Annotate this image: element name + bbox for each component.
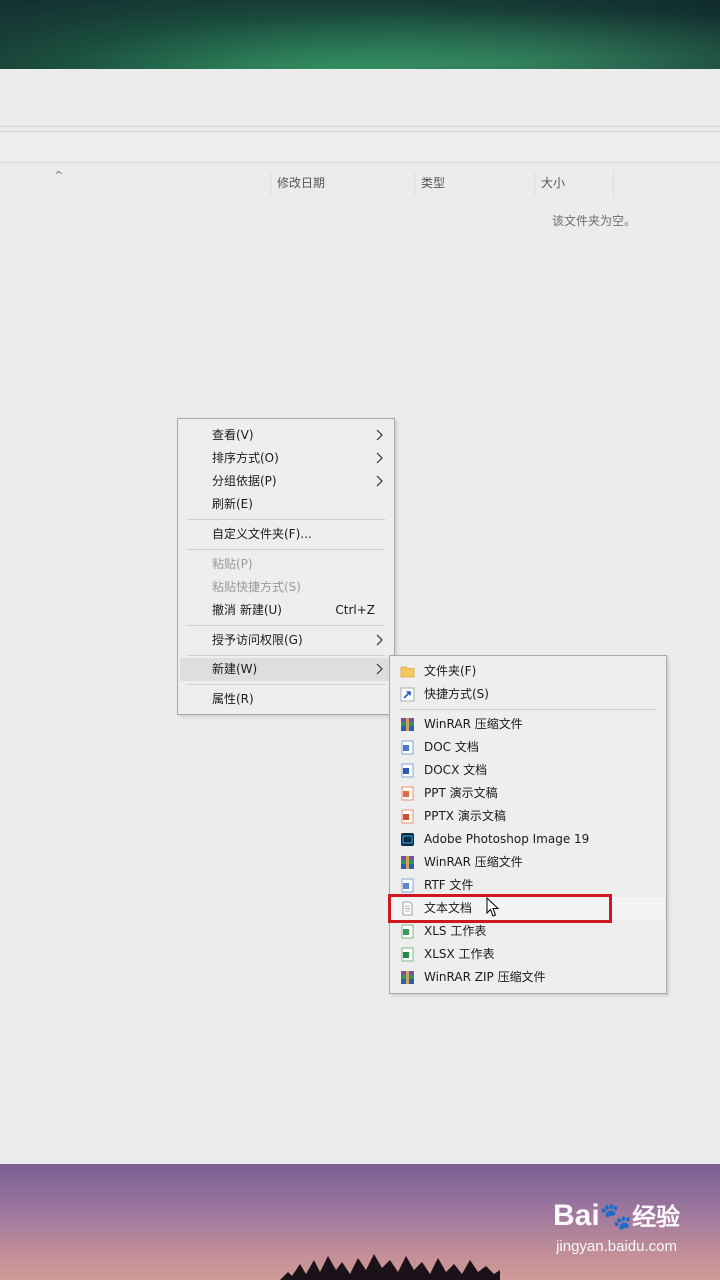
chevron-right-icon [376, 429, 383, 441]
menu-item-sort-by[interactable]: 排序方式(O) [178, 447, 394, 470]
submenu-item-doc[interactable]: DOC 文档 [390, 736, 666, 759]
new-submenu: 文件夹(F) 快捷方式(S) WinRAR 压缩文件 DOC 文档 DOCX 文… [389, 655, 667, 994]
submenu-item-label: 文件夹(F) [424, 664, 477, 678]
highlight-annotation-box [388, 894, 612, 923]
submenu-item-folder[interactable]: 文件夹(F) [390, 660, 666, 683]
empty-folder-message: 该文件夹为空。 [552, 214, 637, 228]
pptx-icon [401, 809, 414, 824]
word-docx-icon [401, 763, 414, 778]
menu-item-label: 分组依据(P) [212, 474, 277, 488]
submenu-item-label: DOC 文档 [424, 740, 479, 754]
column-date-modified[interactable]: 修改日期 [270, 171, 414, 197]
submenu-item-label: DOCX 文档 [424, 763, 488, 777]
xlsx-icon [401, 947, 414, 962]
logo-brand-text: Bai [553, 1199, 600, 1232]
menu-separator [187, 684, 385, 685]
submenu-item-pptx[interactable]: PPTX 演示文稿 [390, 805, 666, 828]
menu-separator [399, 709, 657, 710]
menu-separator [187, 549, 385, 550]
menu-separator [187, 655, 385, 656]
menu-item-label: 粘贴快捷方式(S) [212, 580, 301, 594]
menu-item-label: 授予访问权限(G) [212, 633, 303, 647]
watermark-url: jingyan.baidu.com [556, 1238, 677, 1255]
menu-item-customize-folder[interactable]: 自定义文件夹(F)... [178, 523, 394, 546]
submenu-item-label: XLS 工作表 [424, 924, 487, 938]
menu-item-label: 自定义文件夹(F)... [212, 527, 312, 541]
submenu-item-winrar-zip[interactable]: WinRAR ZIP 压缩文件 [390, 966, 666, 989]
photoshop-icon [401, 833, 414, 846]
xls-icon [401, 924, 414, 939]
menu-item-label: 属性(R) [212, 692, 254, 706]
chevron-right-icon [376, 663, 383, 675]
submenu-item-ppt[interactable]: PPT 演示文稿 [390, 782, 666, 805]
winrar-icon [401, 718, 414, 731]
menu-item-label: 粘贴(P) [212, 557, 253, 571]
address-bar [0, 131, 720, 163]
column-type[interactable]: 类型 [414, 171, 534, 197]
submenu-item-xlsx[interactable]: XLSX 工作表 [390, 943, 666, 966]
submenu-item-shortcut[interactable]: 快捷方式(S) [390, 683, 666, 706]
menu-item-label: 新建(W) [212, 662, 258, 676]
menu-item-group-by[interactable]: 分组依据(P) [178, 470, 394, 493]
submenu-item-docx[interactable]: DOCX 文档 [390, 759, 666, 782]
submenu-item-winrar-archive[interactable]: WinRAR 压缩文件 [390, 713, 666, 736]
menu-item-label: 刷新(E) [212, 497, 253, 511]
paw-icon: 🐾 [599, 1201, 633, 1231]
column-header-row: ^ 修改日期 类型 大小 [0, 169, 720, 197]
submenu-item-label: WinRAR ZIP 压缩文件 [424, 970, 546, 984]
menu-separator [187, 625, 385, 626]
submenu-item-xls[interactable]: XLS 工作表 [390, 920, 666, 943]
rtf-icon [401, 878, 414, 893]
chevron-right-icon [376, 634, 383, 646]
menu-item-give-access[interactable]: 授予访问权限(G) [178, 629, 394, 652]
ppt-icon [401, 786, 414, 801]
sort-caret-icon[interactable]: ^ [54, 169, 63, 182]
submenu-item-label: PPT 演示文稿 [424, 786, 498, 800]
submenu-item-winrar-archive-2[interactable]: WinRAR 压缩文件 [390, 851, 666, 874]
submenu-item-label: 快捷方式(S) [424, 687, 489, 701]
baidu-jingyan-watermark: Bai🐾经验 jingyan.baidu.com [553, 1200, 680, 1256]
submenu-item-label: Adobe Photoshop Image 19 [424, 832, 590, 846]
mouse-cursor-icon [486, 897, 500, 917]
chevron-right-icon [376, 452, 383, 464]
context-menu: 查看(V) 排序方式(O) 分组依据(P) 刷新(E) 自定义文件夹(F)...… [177, 418, 395, 715]
logo-suffix-text: 经验 [632, 1204, 681, 1231]
menu-item-refresh[interactable]: 刷新(E) [178, 493, 394, 516]
submenu-item-label: WinRAR 压缩文件 [424, 717, 523, 731]
submenu-item-label: PPTX 演示文稿 [424, 809, 506, 823]
ribbon-toolbar [0, 69, 720, 127]
submenu-item-photoshop[interactable]: Adobe Photoshop Image 19 [390, 828, 666, 851]
menu-item-undo-new[interactable]: 撤消 新建(U) Ctrl+Z [178, 599, 394, 622]
tree-silhouette-image [280, 1254, 500, 1280]
menu-separator [187, 519, 385, 520]
winrar-icon [401, 856, 414, 869]
folder-icon [400, 666, 415, 678]
submenu-item-label: XLSX 工作表 [424, 947, 495, 961]
menu-item-view[interactable]: 查看(V) [178, 424, 394, 447]
submenu-item-label: WinRAR 压缩文件 [424, 855, 523, 869]
chevron-right-icon [376, 475, 383, 487]
word-doc-icon [401, 740, 414, 755]
menu-item-label: 排序方式(O) [212, 451, 279, 465]
winrar-zip-icon [401, 971, 414, 984]
menu-item-paste[interactable]: 粘贴(P) [178, 553, 394, 576]
menu-item-label: 查看(V) [212, 428, 254, 442]
column-size[interactable]: 大小 [534, 171, 614, 197]
menu-item-new[interactable]: 新建(W) [180, 658, 392, 681]
desktop-wallpaper-top [0, 0, 720, 69]
shortcut-icon [400, 687, 415, 702]
keyboard-shortcut-label: Ctrl+Z [335, 603, 375, 617]
menu-item-properties[interactable]: 属性(R) [178, 688, 394, 711]
menu-item-paste-shortcut[interactable]: 粘贴快捷方式(S) [178, 576, 394, 599]
menu-item-label: 撤消 新建(U) [212, 603, 282, 617]
baidu-logo: Bai🐾经验 [553, 1200, 680, 1234]
